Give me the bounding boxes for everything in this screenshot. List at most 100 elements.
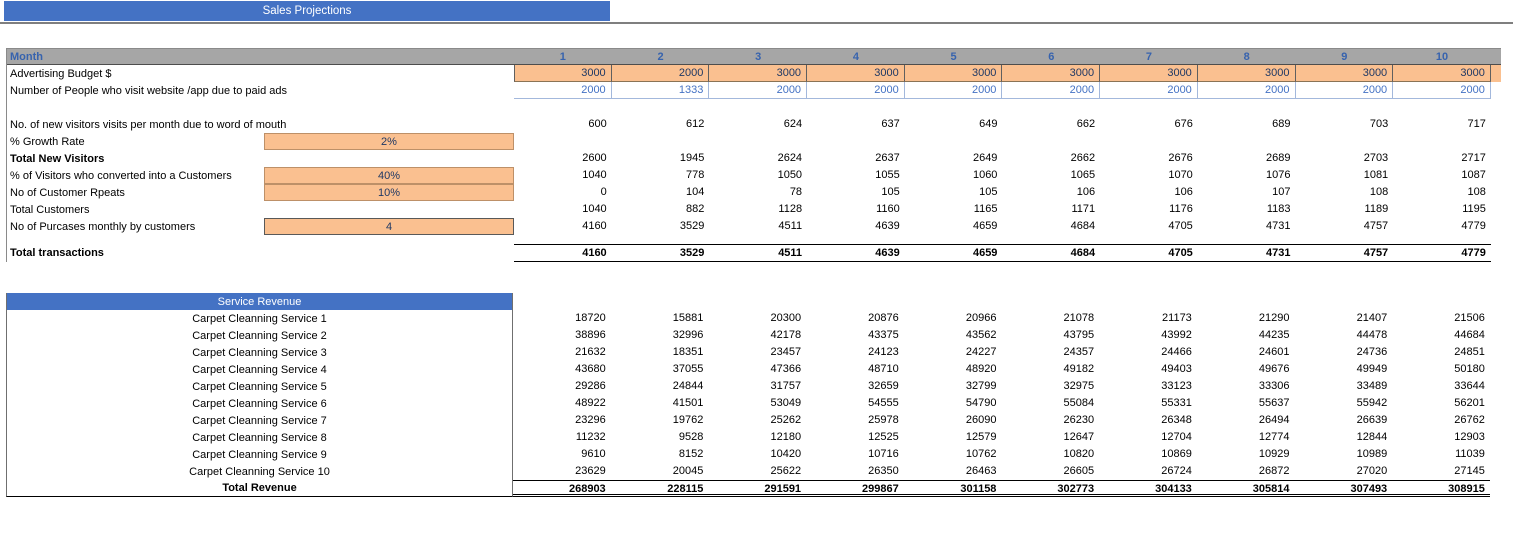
cell-advertising-budget-m7[interactable]: 3000: [1100, 65, 1198, 82]
service-5-m7[interactable]: 33123: [1099, 378, 1197, 395]
service-1-m2[interactable]: 15881: [611, 310, 709, 327]
cell-word-of-mouth-visitors-m10[interactable]: 717: [1393, 116, 1491, 133]
service-9-m9[interactable]: 10989: [1295, 446, 1393, 463]
row-label-customer-repeats[interactable]: No of Customer Rpeats: [7, 184, 264, 201]
service-label[interactable]: Carpet Cleanning Service 9: [6, 446, 513, 463]
cell-total-transactions-m2[interactable]: 3529: [611, 244, 710, 262]
service-7-m3[interactable]: 25262: [708, 412, 806, 429]
total-revenue-label[interactable]: Total Revenue: [6, 480, 513, 497]
total-revenue-m7[interactable]: 304133: [1099, 480, 1197, 497]
total-revenue-m5[interactable]: 301158: [903, 480, 1002, 497]
cell-total-transactions-m7[interactable]: 4705: [1100, 244, 1198, 262]
service-3-m5[interactable]: 24227: [904, 344, 1002, 361]
cell-total-customers-m2[interactable]: 882: [612, 201, 710, 218]
service-1-m6[interactable]: 21078: [1001, 310, 1099, 327]
service-label[interactable]: Carpet Cleanning Service 6: [6, 395, 513, 412]
cell-advertising-budget-m5[interactable]: 3000: [904, 65, 1003, 82]
row-label-total-customers[interactable]: Total Customers: [7, 201, 514, 218]
service-3-m1[interactable]: 21632: [513, 344, 611, 361]
cell-word-of-mouth-visitors-m9[interactable]: 703: [1296, 116, 1394, 133]
service-1-m1[interactable]: 18720: [513, 310, 611, 327]
cell-word-of-mouth-visitors-m3[interactable]: 624: [709, 116, 807, 133]
row-label-total-new-visitors[interactable]: Total New Visitors: [7, 150, 514, 167]
service-8-m4[interactable]: 12525: [806, 429, 904, 446]
cell-advertising-budget-m8[interactable]: 3000: [1197, 65, 1296, 82]
cell-total-transactions-m8[interactable]: 4731: [1197, 244, 1296, 262]
service-6-m5[interactable]: 54790: [904, 395, 1002, 412]
service-10-m1[interactable]: 23629: [513, 463, 611, 480]
service-10-m6[interactable]: 26605: [1001, 463, 1099, 480]
service-9-m4[interactable]: 10716: [806, 446, 904, 463]
service-6-m6[interactable]: 55084: [1001, 395, 1099, 412]
service-7-m1[interactable]: 23296: [513, 412, 611, 429]
input-cell-customer-repeats[interactable]: 10%: [264, 184, 514, 201]
cell-word-of-mouth-visitors-m2[interactable]: 612: [612, 116, 710, 133]
service-2-m1[interactable]: 38896: [513, 327, 611, 344]
cell-paid-ads-visitors-m8[interactable]: 2000: [1197, 82, 1296, 99]
service-1-m8[interactable]: 21290: [1197, 310, 1295, 327]
service-2-m6[interactable]: 43795: [1001, 327, 1099, 344]
service-1-m7[interactable]: 21173: [1099, 310, 1197, 327]
service-4-m4[interactable]: 48710: [806, 361, 904, 378]
cell-total-customers-m10[interactable]: 1195: [1393, 201, 1491, 218]
service-4-m5[interactable]: 48920: [904, 361, 1002, 378]
cell-advertising-budget-m4[interactable]: 3000: [807, 65, 905, 82]
cell-growth-rate-m7[interactable]: [1100, 133, 1198, 150]
service-3-m7[interactable]: 24466: [1099, 344, 1197, 361]
service-label[interactable]: Carpet Cleanning Service 7: [6, 412, 513, 429]
cell-paid-ads-visitors-m5[interactable]: 2000: [904, 82, 1003, 99]
service-8-m2[interactable]: 9528: [611, 429, 709, 446]
month-column-header[interactable]: 4: [807, 49, 905, 64]
month-column-header[interactable]: 3: [709, 49, 807, 64]
service-5-m5[interactable]: 32799: [904, 378, 1002, 395]
month-column-header[interactable]: 1: [514, 49, 612, 64]
cell-total-new-visitors-m5[interactable]: 2649: [905, 150, 1003, 167]
service-1-m4[interactable]: 20876: [806, 310, 904, 327]
service-6-m7[interactable]: 55331: [1099, 395, 1197, 412]
service-4-m1[interactable]: 43680: [513, 361, 611, 378]
service-1-m3[interactable]: 20300: [708, 310, 806, 327]
cell-customer-repeats-m7[interactable]: 106: [1100, 184, 1198, 201]
service-10-m8[interactable]: 26872: [1197, 463, 1295, 480]
service-3-m4[interactable]: 24123: [806, 344, 904, 361]
service-3-m6[interactable]: 24357: [1001, 344, 1099, 361]
service-4-m3[interactable]: 47366: [708, 361, 806, 378]
total-revenue-m2[interactable]: 228115: [610, 480, 709, 497]
input-cell-visitor-conversion-rate[interactable]: 40%: [264, 167, 514, 184]
month-column-header[interactable]: 8: [1198, 49, 1296, 64]
service-9-m1[interactable]: 9610: [513, 446, 611, 463]
service-9-m6[interactable]: 10820: [1001, 446, 1099, 463]
row-label-advertising-budget[interactable]: Advertising Budget $: [7, 65, 514, 82]
cell-advertising-budget-m10[interactable]: 3000: [1393, 65, 1491, 82]
service-10-m5[interactable]: 26463: [904, 463, 1002, 480]
cell-total-new-visitors-m4[interactable]: 2637: [807, 150, 905, 167]
cell-total-transactions-m6[interactable]: 4684: [1002, 244, 1101, 262]
input-cell-monthly-purchases[interactable]: 4: [264, 218, 514, 235]
service-label[interactable]: Carpet Cleanning Service 4: [6, 361, 513, 378]
cell-word-of-mouth-visitors-m7[interactable]: 676: [1100, 116, 1198, 133]
service-8-m6[interactable]: 12647: [1001, 429, 1099, 446]
service-label[interactable]: Carpet Cleanning Service 2: [6, 327, 513, 344]
service-label[interactable]: Carpet Cleanning Service 1: [6, 310, 513, 327]
month-column-header[interactable]: 5: [905, 49, 1003, 64]
cell-growth-rate-m10[interactable]: [1393, 133, 1491, 150]
service-4-m9[interactable]: 49949: [1295, 361, 1393, 378]
cell-monthly-purchases-m6[interactable]: 4684: [1002, 218, 1100, 235]
cell-total-new-visitors-m9[interactable]: 2703: [1296, 150, 1394, 167]
service-5-m1[interactable]: 29286: [513, 378, 611, 395]
total-revenue-m9[interactable]: 307493: [1294, 480, 1393, 497]
cell-growth-rate-m2[interactable]: [612, 133, 710, 150]
cell-growth-rate-m9[interactable]: [1296, 133, 1394, 150]
service-10-m9[interactable]: 27020: [1295, 463, 1393, 480]
service-7-m6[interactable]: 26230: [1001, 412, 1099, 429]
cell-growth-rate-m3[interactable]: [709, 133, 807, 150]
service-8-m8[interactable]: 12774: [1197, 429, 1295, 446]
cell-monthly-purchases-m8[interactable]: 4731: [1198, 218, 1296, 235]
cell-advertising-budget-m1[interactable]: 3000: [514, 65, 612, 82]
cell-visitor-conversion-rate-m7[interactable]: 1070: [1100, 167, 1198, 184]
cell-visitor-conversion-rate-m6[interactable]: 1065: [1002, 167, 1100, 184]
cell-monthly-purchases-m5[interactable]: 4659: [905, 218, 1003, 235]
cell-customer-repeats-m5[interactable]: 105: [905, 184, 1003, 201]
cell-growth-rate-m1[interactable]: [514, 133, 612, 150]
service-2-m7[interactable]: 43992: [1099, 327, 1197, 344]
